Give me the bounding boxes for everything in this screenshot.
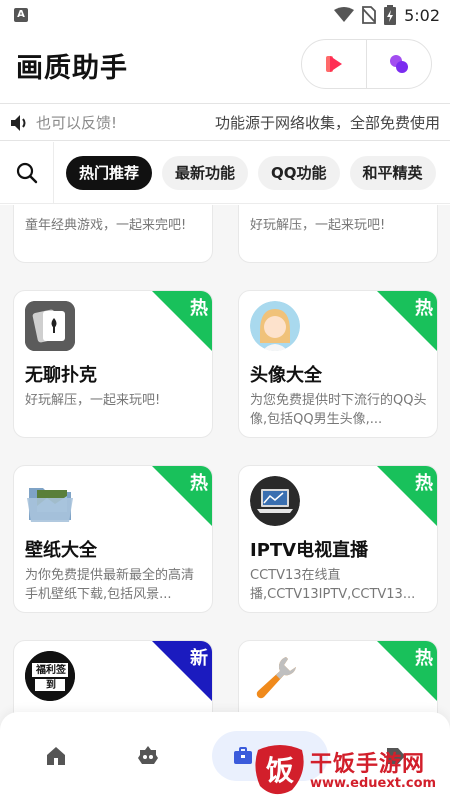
tab-qq[interactable]: QQ功能 xyxy=(258,155,340,190)
battery-icon xyxy=(384,5,397,25)
card-title: IPTV电视直播 xyxy=(250,540,369,561)
card-description: 为您免费提供时下流行的QQ头像,包括QQ男生头像,... xyxy=(250,393,427,427)
status-bar: A 5:02 xyxy=(0,0,450,30)
badge-label: 热 xyxy=(190,298,208,319)
nav-games[interactable] xyxy=(128,736,168,776)
page-title: 画质助手 xyxy=(16,53,128,84)
wrench-icon xyxy=(250,651,300,701)
badge-label: 热 xyxy=(190,473,208,494)
toolbox-icon xyxy=(234,747,252,764)
nav-home[interactable] xyxy=(36,736,76,776)
badge-label: 热 xyxy=(415,648,433,669)
site-watermark: 饭 干饭手游网 www.eduext.com xyxy=(252,740,450,800)
card-description: 好玩解压，一起来玩吧! xyxy=(250,218,386,233)
search-icon xyxy=(16,162,37,183)
app-header: 画质助手 xyxy=(0,30,450,104)
status-time: 5:02 xyxy=(404,5,440,25)
category-tabs: 热门推荐 最新功能 QQ功能 和平精英 xyxy=(0,142,450,204)
card-title: 头像大全 xyxy=(250,365,322,386)
notice-left-text: 也可以反馈! xyxy=(36,114,118,132)
play-video-button[interactable] xyxy=(302,40,366,88)
card-title: 壁纸大全 xyxy=(25,540,97,561)
poker-cards-icon xyxy=(25,301,75,351)
card-description: 为你免费提供最新最全的高清手机壁纸下载,包括风景... xyxy=(25,568,195,602)
badge-label: 新 xyxy=(190,648,208,669)
watermark-text: 干饭手游网 xyxy=(310,752,426,777)
feature-grid: 童年经典游戏，一起来完吧! 好玩解压，一起来玩吧! 无聊扑克 好玩解压，一起来玩… xyxy=(0,205,450,800)
tab-latest[interactable]: 最新功能 xyxy=(162,155,249,190)
no-sim-icon xyxy=(362,6,376,24)
feature-card[interactable]: 童年经典游戏，一起来完吧! xyxy=(13,205,213,263)
notice-bar[interactable]: 也可以反馈! 功能源于网络收集，全部免费使用 xyxy=(0,105,450,141)
welfare-icon-text: 福利签到 xyxy=(36,665,66,691)
wifi-icon xyxy=(334,7,355,22)
watermark-logo: 饭 xyxy=(255,745,304,795)
welfare-signin-icon: 福利签到 xyxy=(25,651,75,701)
feature-card[interactable]: 好玩解压，一起来玩吧! xyxy=(238,205,438,263)
laptop-tv-icon xyxy=(250,476,300,526)
tab-hot[interactable]: 热门推荐 xyxy=(66,155,153,190)
tab-list: 热门推荐 最新功能 QQ功能 和平精英 xyxy=(54,155,436,190)
watermark-url: www.eduext.com xyxy=(310,776,437,791)
app-notification-icon: A xyxy=(14,8,28,22)
home-icon xyxy=(47,747,65,765)
watermark-logo-char: 饭 xyxy=(266,754,294,787)
search-button[interactable] xyxy=(0,142,54,203)
notice-scroll-text: 功能源于网络收集，全部免费使用 xyxy=(214,114,440,132)
card-description: 童年经典游戏，一起来完吧! xyxy=(25,218,187,233)
feature-card-poker[interactable]: 无聊扑克 好玩解压，一起来玩吧! 热 xyxy=(13,290,213,438)
card-title: 无聊扑克 xyxy=(25,365,97,386)
card-description: CCTV13在线直播,CCTV13IPTV,CCTV13... xyxy=(250,568,416,602)
tab-pubg[interactable]: 和平精英 xyxy=(349,155,436,190)
speaker-icon xyxy=(11,114,26,131)
badge-label: 热 xyxy=(415,473,433,494)
game-controller-icon xyxy=(138,746,158,764)
play-icon xyxy=(326,56,342,72)
avatar-girl-icon xyxy=(250,301,300,351)
mini-program-button[interactable] xyxy=(367,40,431,88)
card-description: 好玩解压，一起来玩吧! xyxy=(25,393,161,408)
badge-label: 热 xyxy=(415,298,433,319)
bubbles-icon xyxy=(390,55,408,73)
feature-card-avatar[interactable]: 头像大全 为您免费提供时下流行的QQ头像,包括QQ男生头像,... 热 xyxy=(238,290,438,438)
feature-card-iptv[interactable]: IPTV电视直播 CCTV13在线直播,CCTV13IPTV,CCTV13...… xyxy=(238,465,438,613)
header-capsule xyxy=(301,39,432,89)
feature-card-wallpaper[interactable]: 壁纸大全 为你免费提供最新最全的高清手机壁纸下载,包括风景... 热 xyxy=(13,465,213,613)
wallpaper-folder-icon xyxy=(25,476,75,526)
status-indicators: 5:02 xyxy=(334,5,440,25)
